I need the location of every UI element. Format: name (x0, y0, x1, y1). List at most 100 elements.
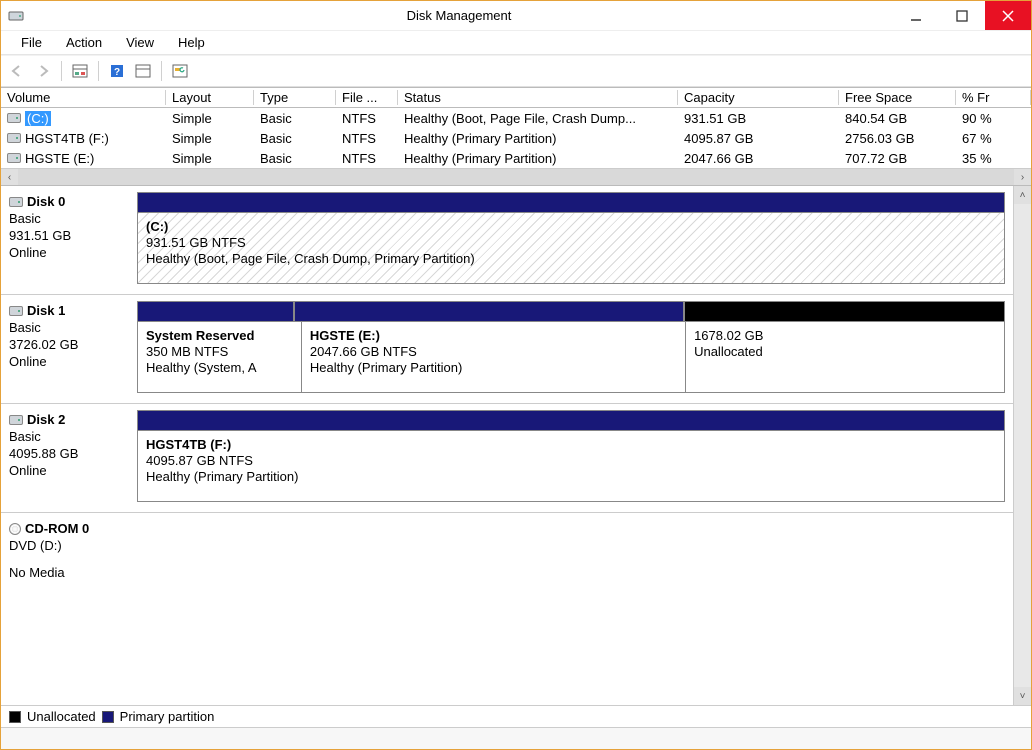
disk-state: Online (9, 245, 129, 262)
cell-capacity: 2047.66 GB (678, 151, 839, 166)
col-volume[interactable]: Volume (1, 90, 166, 105)
partition-size: 4095.87 GB NTFS (146, 453, 996, 468)
volume-row[interactable]: HGSTE (E:)SimpleBasicNTFSHealthy (Primar… (1, 148, 1031, 168)
scroll-track[interactable] (18, 169, 1014, 185)
disk-info: CD-ROM 0DVD (D:)No Media (9, 519, 129, 582)
menu-help[interactable]: Help (166, 31, 217, 54)
disk-state: Online (9, 463, 129, 480)
legend-swatch-unallocated (9, 711, 21, 723)
col-layout[interactable]: Layout (166, 90, 254, 105)
vertical-scrollbar[interactable]: ˄ ˅ (1013, 186, 1031, 705)
col-pctfree[interactable]: % Fr (956, 90, 1031, 105)
toolbar: ? (1, 55, 1031, 87)
volume-label: (C:) (25, 111, 51, 126)
close-button[interactable] (985, 1, 1031, 30)
partition-header-bar (294, 301, 684, 321)
scroll-right-icon[interactable]: › (1014, 169, 1031, 186)
disk-name: Disk 1 (27, 303, 65, 320)
drive-icon (7, 113, 21, 123)
minimize-button[interactable] (893, 1, 939, 30)
grid-header: Volume Layout Type File ... Status Capac… (1, 88, 1031, 108)
back-icon[interactable] (7, 61, 27, 81)
scroll-down-icon[interactable]: ˅ (1014, 687, 1031, 705)
volume-grid: Volume Layout Type File ... Status Capac… (1, 87, 1031, 185)
cell-free: 2756.03 GB (839, 131, 956, 146)
scroll-track[interactable] (1014, 204, 1031, 687)
titlebar: Disk Management (1, 1, 1031, 31)
disk-size: 931.51 GB (9, 228, 129, 245)
disk-type: Basic (9, 211, 129, 228)
disk-type: Basic (9, 429, 129, 446)
disk-size: 3726.02 GB (9, 337, 129, 354)
panes-icon[interactable] (70, 61, 90, 81)
legend-label-unallocated: Unallocated (27, 709, 96, 724)
partition[interactable]: System Reserved350 MB NTFSHealthy (Syste… (137, 321, 302, 393)
volume-row[interactable]: (C:)SimpleBasicNTFSHealthy (Boot, Page F… (1, 108, 1031, 128)
cell-pct: 35 % (956, 151, 1031, 166)
drive-icon (7, 133, 21, 143)
col-free[interactable]: Free Space (839, 90, 956, 105)
col-status[interactable]: Status (398, 90, 678, 105)
legend-label-primary: Primary partition (120, 709, 215, 724)
help-icon[interactable]: ? (107, 61, 127, 81)
disk-icon (9, 197, 23, 207)
partition-header-bar (137, 410, 1005, 430)
disk-state: Online (9, 354, 129, 371)
disk-info: Disk 0Basic931.51 GBOnline (9, 192, 129, 284)
refresh-list-icon[interactable] (170, 61, 190, 81)
cell-pct: 90 % (956, 111, 1031, 126)
partition-header-bar (137, 301, 294, 321)
col-capacity[interactable]: Capacity (678, 90, 839, 105)
settings-icon[interactable] (133, 61, 153, 81)
menu-file[interactable]: File (9, 31, 54, 54)
maximize-button[interactable] (939, 1, 985, 30)
cell-fs: NTFS (336, 151, 398, 166)
partition-header-bar (137, 192, 1005, 212)
disk-info: Disk 1Basic3726.02 GBOnline (9, 301, 129, 393)
cell-layout: Simple (166, 111, 254, 126)
cell-status: Healthy (Primary Partition) (398, 151, 678, 166)
toolbar-separator (161, 61, 162, 81)
partition-size: 350 MB NTFS (146, 344, 293, 359)
disk-partitions: HGST4TB (F:)4095.87 GB NTFSHealthy (Prim… (137, 410, 1005, 502)
cell-capacity: 4095.87 GB (678, 131, 839, 146)
col-type[interactable]: Type (254, 90, 336, 105)
disk-icon (9, 306, 23, 316)
forward-icon[interactable] (33, 61, 53, 81)
disk-partitions: System Reserved350 MB NTFSHealthy (Syste… (137, 301, 1005, 393)
menu-view[interactable]: View (114, 31, 166, 54)
menubar: File Action View Help (1, 31, 1031, 55)
partition-size: 1678.02 GB (694, 328, 996, 343)
cell-type: Basic (254, 151, 336, 166)
legend-swatch-primary (102, 711, 114, 723)
cell-status: Healthy (Boot, Page File, Crash Dump... (398, 111, 678, 126)
cell-fs: NTFS (336, 131, 398, 146)
scroll-up-icon[interactable]: ˄ (1014, 186, 1031, 204)
disk-block[interactable]: Disk 0Basic931.51 GBOnline(C:)931.51 GB … (1, 186, 1013, 295)
menu-action[interactable]: Action (54, 31, 114, 54)
toolbar-separator (98, 61, 99, 81)
cdrom-block[interactable]: CD-ROM 0DVD (D:)No Media (1, 513, 1013, 592)
scroll-left-icon[interactable]: ‹ (1, 169, 18, 186)
cell-fs: NTFS (336, 111, 398, 126)
partition[interactable]: (C:)931.51 GB NTFSHealthy (Boot, Page Fi… (137, 212, 1005, 284)
volume-row[interactable]: HGST4TB (F:)SimpleBasicNTFSHealthy (Prim… (1, 128, 1031, 148)
partition-status: Healthy (Primary Partition) (146, 469, 996, 484)
volume-label: HGST4TB (F:) (25, 131, 109, 146)
disk-name: Disk 0 (27, 194, 65, 211)
disk-layout-area: Disk 0Basic931.51 GBOnline(C:)931.51 GB … (1, 185, 1031, 705)
disk-name: Disk 2 (27, 412, 65, 429)
col-filesys[interactable]: File ... (336, 90, 398, 105)
partition[interactable]: HGST4TB (F:)4095.87 GB NTFSHealthy (Prim… (137, 430, 1005, 502)
partition[interactable]: HGSTE (E:)2047.66 GB NTFSHealthy (Primar… (301, 321, 686, 393)
cell-layout: Simple (166, 131, 254, 146)
disk-block[interactable]: Disk 2Basic4095.88 GBOnlineHGST4TB (F:)4… (1, 404, 1013, 513)
disk-block[interactable]: Disk 1Basic3726.02 GBOnlineSystem Reserv… (1, 295, 1013, 404)
partition[interactable]: 1678.02 GBUnallocated (685, 321, 1005, 393)
cell-type: Basic (254, 131, 336, 146)
partition-label: System Reserved (146, 328, 293, 343)
partition-status: Healthy (System, A (146, 360, 293, 375)
disk-type: Basic (9, 320, 129, 337)
horizontal-scrollbar[interactable]: ‹ › (1, 168, 1031, 185)
cell-free: 840.54 GB (839, 111, 956, 126)
